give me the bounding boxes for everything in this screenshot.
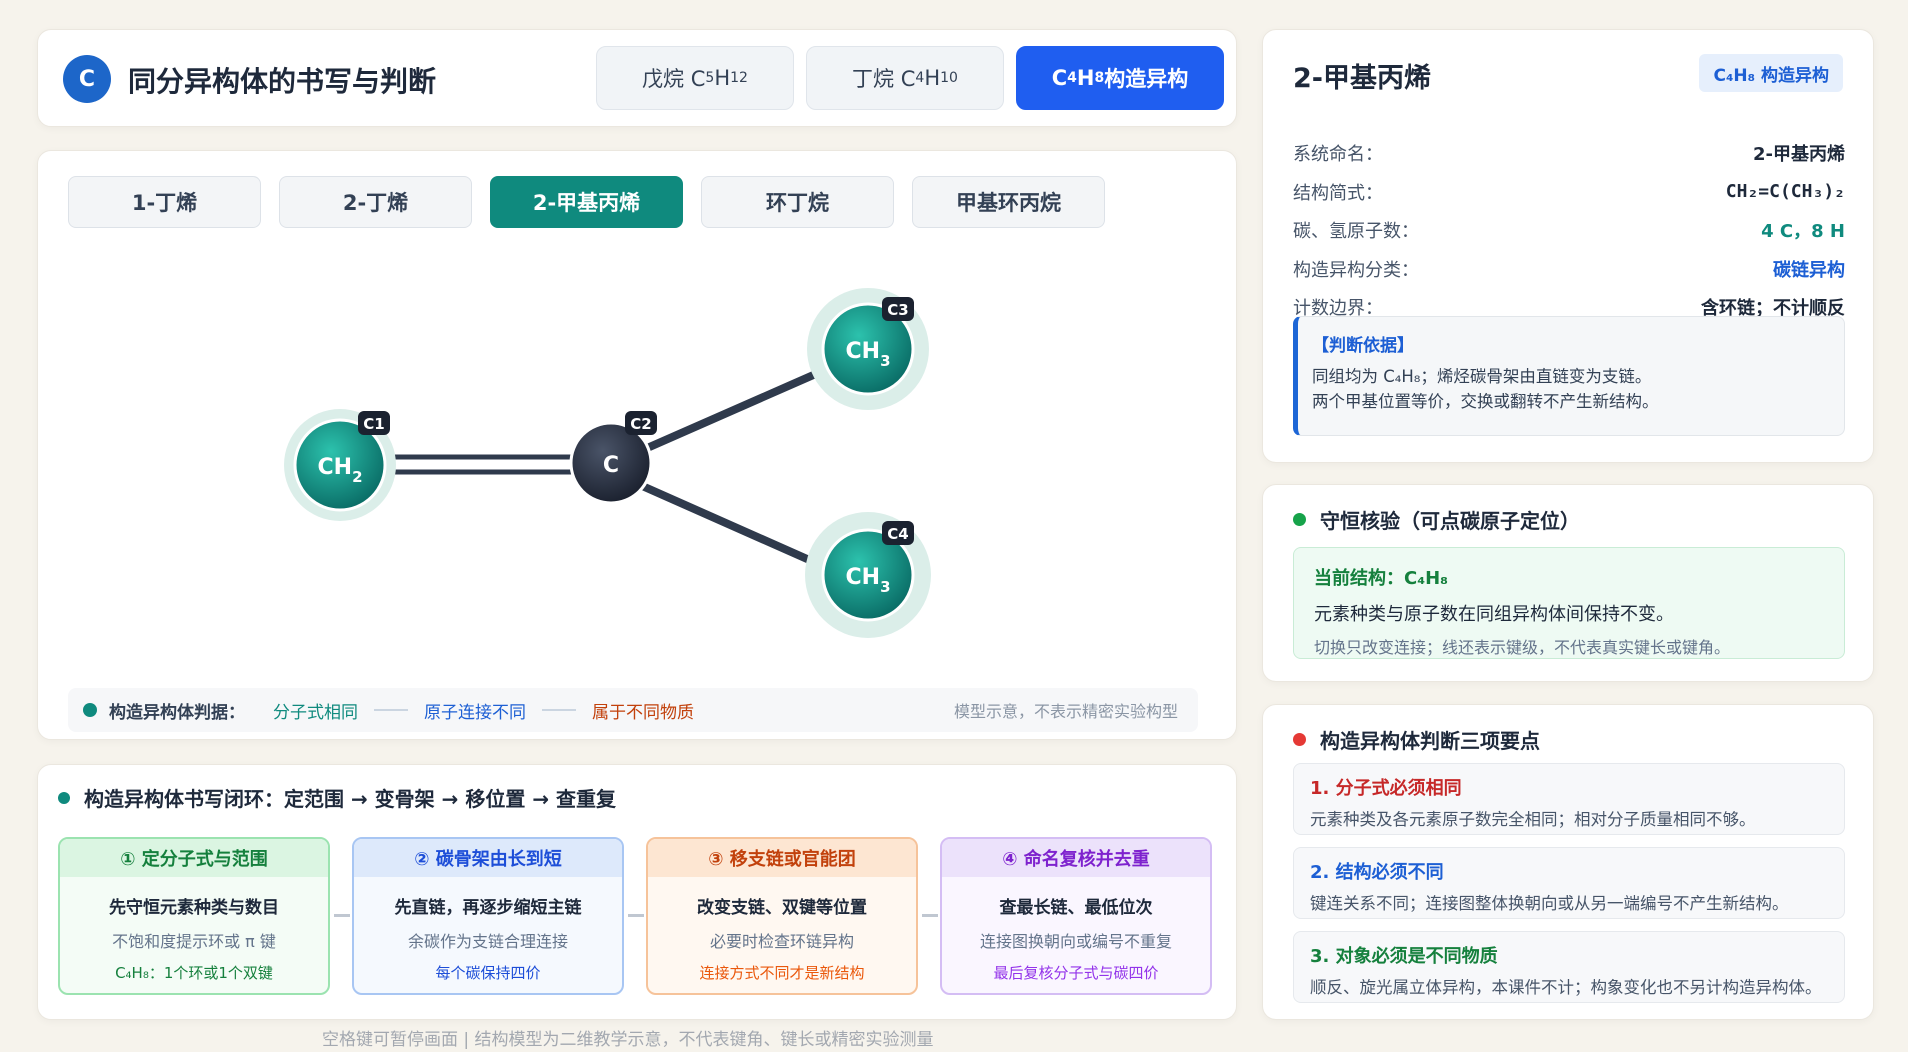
legend-item-different-connection: 原子连接不同 — [424, 702, 526, 723]
legend-dot-icon — [83, 703, 97, 717]
legend-note: 模型示意，不表示精密实验构型 — [953, 702, 1178, 721]
page-title: 同分异构体的书写与判断 — [128, 65, 437, 98]
flow-step-3: ③ 移支链或官能团 改变支链、双键等位置 必要时检查环链异构 连接方式不同才是新… — [646, 837, 918, 995]
info-row-atom-count: 碳、氢原子数： 4 C，8 H — [1293, 221, 1845, 243]
flow-step-1: ① 定分子式与范围 先守恒元素种类与数目 不饱和度提示环或 π 键 C₄H₈：1… — [58, 837, 330, 995]
writing-flow-card: 构造异构体书写闭环：定范围 → 变骨架 → 移位置 → 查重复 ① 定分子式与范… — [37, 764, 1237, 1020]
flow-step-4: ④ 命名复核并去重 查最长链、最低位次 连接图换朝向或编号不重复 最后复核分子式… — [940, 837, 1212, 995]
top-tabs: 戊烷 C 5 H 12 丁烷 C 4 H 10 C4H8 构造异构 — [596, 46, 1224, 110]
info-row-systematic-name: 系统命名： 2-甲基丙烯 — [1293, 144, 1845, 166]
tab-pentane[interactable]: 戊烷 C 5 H 12 — [596, 46, 794, 110]
isomer-name-title: 2-甲基丙烯 — [1293, 63, 1431, 94]
legend-item-same-formula: 分子式相同 — [273, 702, 358, 723]
info-row-isomer-class: 构造异构分类： 碳链异构 — [1293, 259, 1845, 281]
judgement-basis-box: 【判断依据】 同组均为 C₄H₈；烯烃碳骨架由直链变为支链。 两个甲基位置等价，… — [1293, 316, 1845, 436]
app-logo-icon: C — [63, 55, 111, 103]
conservation-panel: 守恒核验（可点碳原子定位） 当前结构：C₄H₈ 元素种类与原子数在同组异构体间保… — [1262, 484, 1874, 682]
isomer-tab-2-methylpropene[interactable]: 2-甲基丙烯 — [490, 176, 683, 228]
flow-step-2: ② 碳骨架由长到短 先直链，再逐步缩短主链 余碳作为支链合理连接 每个碳保持四价 — [352, 837, 624, 995]
atom-c1[interactable]: CH2 C1 — [284, 409, 396, 521]
svg-text:C3: C3 — [887, 301, 908, 319]
structure-card: 1-丁烯 2-丁烯 2-甲基丙烯 环丁烷 甲基环丙烷 CH2 C1 C C2 C… — [37, 150, 1237, 740]
isomer-type-badge: C₄H₈ 构造异构 — [1699, 54, 1843, 92]
key-points-panel: 构造异构体判断三项要点 1. 分子式必须相同 元素种类及各元素原子数完全相同；相… — [1262, 704, 1874, 1020]
conservation-box: 当前结构：C₄H₈ 元素种类与原子数在同组异构体间保持不变。 切换只改变连接；线… — [1293, 547, 1845, 659]
info-row-structural-formula: 结构简式： CH₂=C(CH₃)₂ — [1293, 181, 1845, 204]
svg-text:C2: C2 — [630, 415, 651, 433]
isomer-tab-methylcyclopropane[interactable]: 甲基环丙烷 — [912, 176, 1105, 228]
tab-butane[interactable]: 丁烷 C 4 H 10 — [806, 46, 1004, 110]
key-point-1: 1. 分子式必须相同 元素种类及各元素原子数完全相同；相对分子质量相同不够。 — [1293, 763, 1845, 835]
svg-text:C1: C1 — [363, 415, 384, 433]
isomer-tab-2-butene[interactable]: 2-丁烯 — [279, 176, 472, 228]
atom-c4[interactable]: CH3 C4 — [805, 512, 931, 638]
status-dot-icon — [1293, 513, 1306, 526]
flow-heading: 构造异构体书写闭环：定范围 → 变骨架 → 移位置 → 查重复 — [58, 783, 616, 812]
flow-connector — [922, 914, 938, 917]
key-point-2: 2. 结构必须不同 键连关系不同；连接图整体换朝向或从另一端编号不产生新结构。 — [1293, 847, 1845, 919]
isomer-tab-1-butene[interactable]: 1-丁烯 — [68, 176, 261, 228]
key-point-3: 3. 对象必须是不同物质 顺反、旋光属立体异构，本课件不计；构象变化也不另计构造… — [1293, 931, 1845, 1003]
alert-dot-icon — [1293, 733, 1306, 746]
legend-separator — [374, 709, 408, 711]
flow-dot-icon — [58, 791, 70, 804]
key-points-heading: 构造异构体判断三项要点 — [1293, 725, 1540, 754]
isomer-info-panel: 2-甲基丙烯 C₄H₈ 构造异构 系统命名： 2-甲基丙烯 结构简式： CH₂=… — [1262, 29, 1874, 463]
header-bar: C 同分异构体的书写与判断 戊烷 C 5 H 12 丁烷 C 4 H 10 C4H8 构造异… — [37, 29, 1237, 127]
isomer-tab-cyclobutane[interactable]: 环丁烷 — [701, 176, 894, 228]
footer-note: 空格键可暂停画面 | 结构模型为二维教学示意，不代表键角、键长或精密实验测量 — [322, 1030, 934, 1050]
svg-text:C4: C4 — [887, 525, 908, 543]
flow-connector — [334, 914, 350, 917]
criteria-legend: 构造异构体判据： 分子式相同 原子连接不同 属于不同物质 模型示意，不表示精密实… — [68, 688, 1198, 732]
svg-text:C: C — [603, 453, 619, 478]
conservation-heading: 守恒核验（可点碳原子定位） — [1293, 505, 1580, 534]
molecule-diagram: CH2 C1 C C2 CH3 C3 CH3 C4 — [284, 288, 931, 638]
tab-c4h8-isomers[interactable]: C4H8 构造异构 — [1016, 46, 1224, 110]
info-rows: 系统命名： 2-甲基丙烯 结构简式： CH₂=C(CH₃)₂ 碳、氢原子数： 4… — [1293, 134, 1845, 327]
atom-c3[interactable]: CH3 C3 — [807, 288, 929, 410]
legend-label: 构造异构体判据： — [109, 702, 245, 723]
isomer-tabs: 1-丁烯 2-丁烯 2-甲基丙烯 环丁烷 甲基环丙烷 — [68, 176, 1105, 228]
legend-separator — [542, 709, 576, 711]
legend-item-different-substance: 属于不同物质 — [592, 702, 694, 723]
flow-connector — [628, 914, 644, 917]
